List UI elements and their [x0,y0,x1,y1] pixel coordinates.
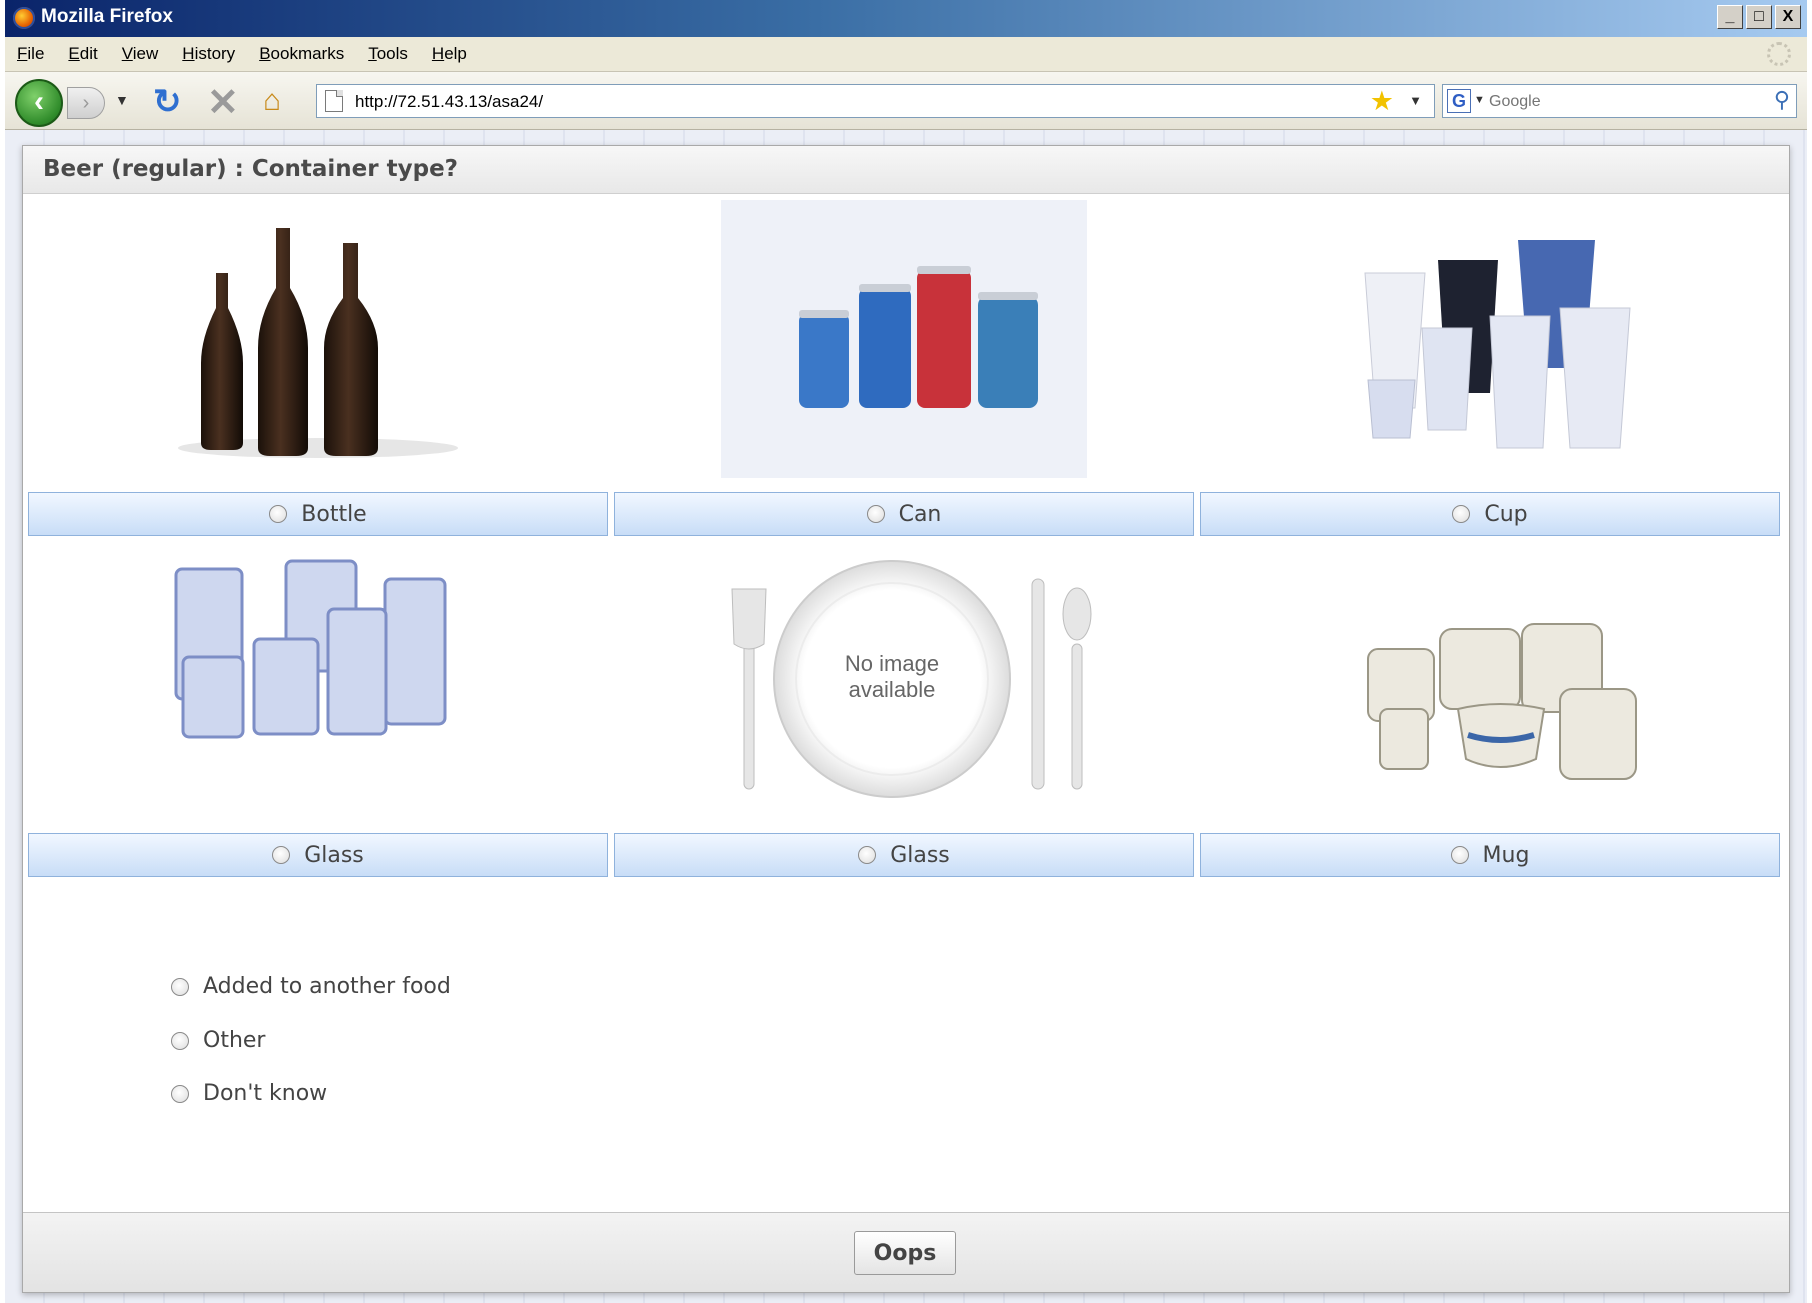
window-title: Mozilla Firefox [41,6,173,27]
menu-tools[interactable]: Tools [368,44,408,64]
placeholder-text-line2: available [849,677,936,702]
dialog-footer: Oops [23,1212,1789,1292]
option-can-button[interactable]: Can [614,492,1194,536]
option-label: Cup [1484,501,1528,527]
no-image-placeholder[interactable]: No image available [614,539,1194,824]
url-dropdown-icon[interactable]: ▼ [1409,93,1422,108]
extra-option-label: Other [203,1028,266,1053]
question-title: Beer (regular) : Container type? [43,156,459,182]
restore-button[interactable]: □ [1746,5,1772,29]
radio-icon[interactable] [171,977,189,996]
navigation-toolbar: ‹ › ▼ ↻ ✕ ⌂ ★ ▼ G ▼ ⚲ [5,72,1807,130]
mug-image[interactable] [1200,539,1780,824]
option-dont-know[interactable]: Don't know [171,1081,327,1106]
option-glass-2-button[interactable]: Glass [614,833,1194,877]
stop-icon[interactable]: ✕ [207,80,239,125]
option-other[interactable]: Other [171,1028,265,1053]
home-icon[interactable]: ⌂ [263,84,281,118]
can-image[interactable] [614,198,1194,483]
radio-icon[interactable] [1452,505,1471,523]
menu-help[interactable]: Help [432,44,467,64]
menu-history[interactable]: History [182,44,235,64]
history-dropdown-icon[interactable]: ▼ [115,92,129,108]
option-label: Mug [1482,842,1530,868]
window-titlebar: Mozilla Firefox _ □ X [5,0,1807,37]
option-label: Glass [304,842,364,868]
minimize-button[interactable]: _ [1717,5,1743,29]
menu-view[interactable]: View [122,44,159,64]
url-input[interactable] [353,89,1337,115]
option-label: Can [898,501,942,527]
menu-bookmarks[interactable]: Bookmarks [259,44,344,64]
option-mug-button[interactable]: Mug [1200,833,1780,877]
cup-image[interactable] [1200,198,1780,483]
option-bottle-button[interactable]: Bottle [28,492,608,536]
page-icon [325,90,343,112]
bookmark-star-icon[interactable]: ★ [1370,86,1394,117]
close-button[interactable]: X [1775,5,1801,29]
option-cup-button[interactable]: Cup [1200,492,1780,536]
reload-icon[interactable]: ↻ [153,82,182,122]
radio-icon[interactable] [866,505,885,523]
back-button[interactable]: ‹ [15,79,63,127]
question-dialog: Beer (regular) : Container type? Bottle [22,145,1790,1293]
address-bar[interactable]: ★ ▼ [316,84,1435,118]
radio-icon[interactable] [171,1031,189,1050]
option-label: Bottle [301,501,367,527]
search-engine-icon[interactable]: G [1447,89,1471,113]
bottle-image[interactable] [28,198,608,483]
radio-icon[interactable] [272,846,291,864]
placeholder-text-line1: No image [845,651,939,676]
glass-image[interactable] [28,539,608,824]
search-engine-dropdown-icon[interactable]: ▼ [1474,94,1485,106]
menu-bar: File Edit View History Bookmarks Tools H… [5,37,1807,72]
radio-icon[interactable] [171,1084,189,1103]
search-icon[interactable]: ⚲ [1774,87,1790,113]
menu-edit[interactable]: Edit [68,44,97,64]
throbber-icon [1767,42,1791,66]
firefox-logo-icon [13,7,35,29]
menu-file[interactable]: File [17,44,44,64]
radio-icon[interactable] [1450,846,1469,864]
option-glass-1-button[interactable]: Glass [28,833,608,877]
search-box[interactable]: G ▼ ⚲ [1442,84,1797,118]
dialog-header: Beer (regular) : Container type? [23,146,1789,194]
option-added-to-another-food[interactable]: Added to another food [171,974,451,999]
radio-icon[interactable] [858,846,877,864]
search-input[interactable] [1487,90,1751,114]
radio-icon[interactable] [269,505,288,523]
option-label: Glass [890,842,950,868]
forward-button[interactable]: › [67,87,105,119]
extra-option-label: Don't know [203,1081,328,1106]
window-controls: _ □ X [1717,5,1801,29]
oops-button[interactable]: Oops [854,1231,956,1275]
extra-option-label: Added to another food [203,974,451,999]
